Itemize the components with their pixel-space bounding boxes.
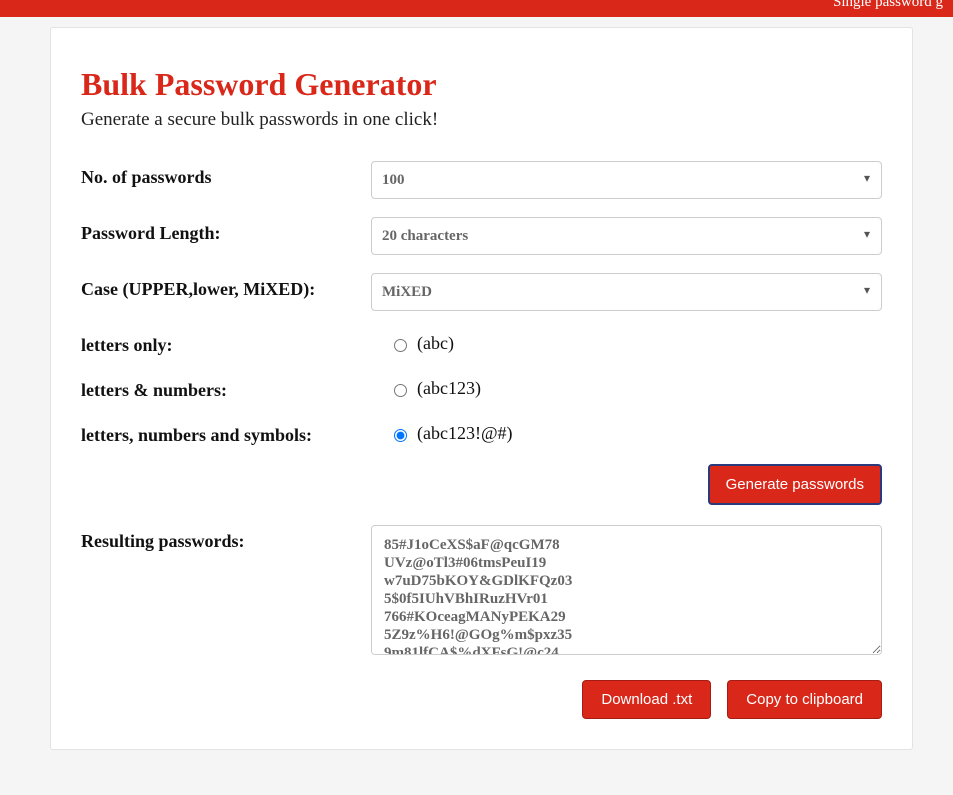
letters-numbers-symbols-label: letters, numbers and symbols: xyxy=(81,419,371,446)
count-select[interactable]: 100 xyxy=(371,161,882,199)
letters-only-radio[interactable] xyxy=(394,339,407,352)
letters-numbers-radio-label: (abc123) xyxy=(417,378,481,399)
page-subtitle: Generate a secure bulk passwords in one … xyxy=(81,109,882,131)
case-label: Case (UPPER,lower, MiXED): xyxy=(81,273,371,300)
result-label: Resulting passwords: xyxy=(81,525,371,552)
letters-numbers-symbols-radio-label: (abc123!@#) xyxy=(417,423,513,444)
copy-button[interactable]: Copy to clipboard xyxy=(727,680,882,719)
letters-numbers-symbols-radio[interactable] xyxy=(394,429,407,442)
download-button[interactable]: Download .txt xyxy=(582,680,711,719)
generator-card: Bulk Password Generator Generate a secur… xyxy=(50,27,913,750)
generate-button[interactable]: Generate passwords xyxy=(708,464,882,505)
page-title: Bulk Password Generator xyxy=(81,66,882,103)
case-select[interactable]: MiXED xyxy=(371,273,882,311)
result-textarea[interactable] xyxy=(371,525,882,655)
single-password-link[interactable]: Single password g xyxy=(833,0,943,10)
letters-numbers-radio[interactable] xyxy=(394,384,407,397)
length-select[interactable]: 20 characters xyxy=(371,217,882,255)
top-nav-bar: Single password g xyxy=(0,0,953,17)
letters-numbers-label: letters & numbers: xyxy=(81,374,371,401)
count-label: No. of passwords xyxy=(81,161,371,188)
letters-only-radio-label: (abc) xyxy=(417,333,454,354)
letters-only-label: letters only: xyxy=(81,329,371,356)
length-label: Password Length: xyxy=(81,217,371,244)
